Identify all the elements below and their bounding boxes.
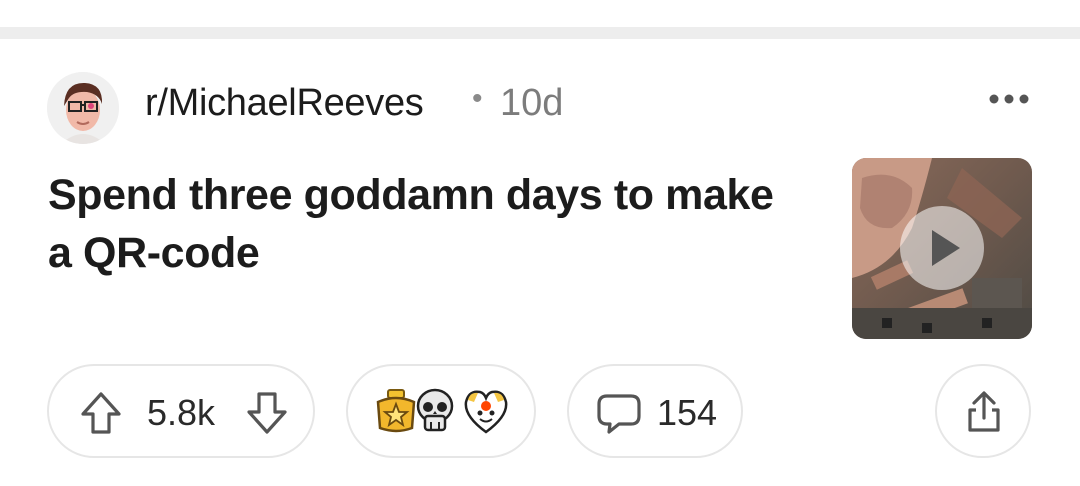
more-options-icon[interactable] bbox=[986, 86, 1032, 112]
share-icon bbox=[968, 391, 1000, 432]
play-icon bbox=[932, 230, 960, 266]
meta-separator: • bbox=[472, 82, 483, 115]
awards-button[interactable] bbox=[346, 364, 536, 458]
post-age: 10d bbox=[500, 82, 564, 124]
comment-icon bbox=[597, 394, 641, 434]
vote-count: 5.8k bbox=[147, 392, 216, 433]
comments-button[interactable]: 154 bbox=[567, 364, 743, 458]
play-button[interactable] bbox=[900, 206, 984, 290]
skull-award-icon bbox=[416, 388, 454, 432]
comment-count: 154 bbox=[657, 392, 718, 433]
heart-face-award-icon bbox=[464, 390, 508, 434]
upvote-icon[interactable] bbox=[79, 390, 123, 436]
share-button[interactable] bbox=[935, 364, 1031, 458]
video-thumbnail[interactable] bbox=[852, 158, 1032, 339]
community-name[interactable]: r/MichaelReeves bbox=[145, 82, 424, 125]
vote-bar: 5.8k bbox=[47, 364, 315, 458]
downvote-icon[interactable] bbox=[245, 390, 289, 436]
post-title[interactable]: Spend three goddamn days to make a QR-co… bbox=[48, 166, 808, 282]
feed-divider bbox=[0, 27, 1080, 39]
community-avatar[interactable] bbox=[47, 72, 119, 144]
